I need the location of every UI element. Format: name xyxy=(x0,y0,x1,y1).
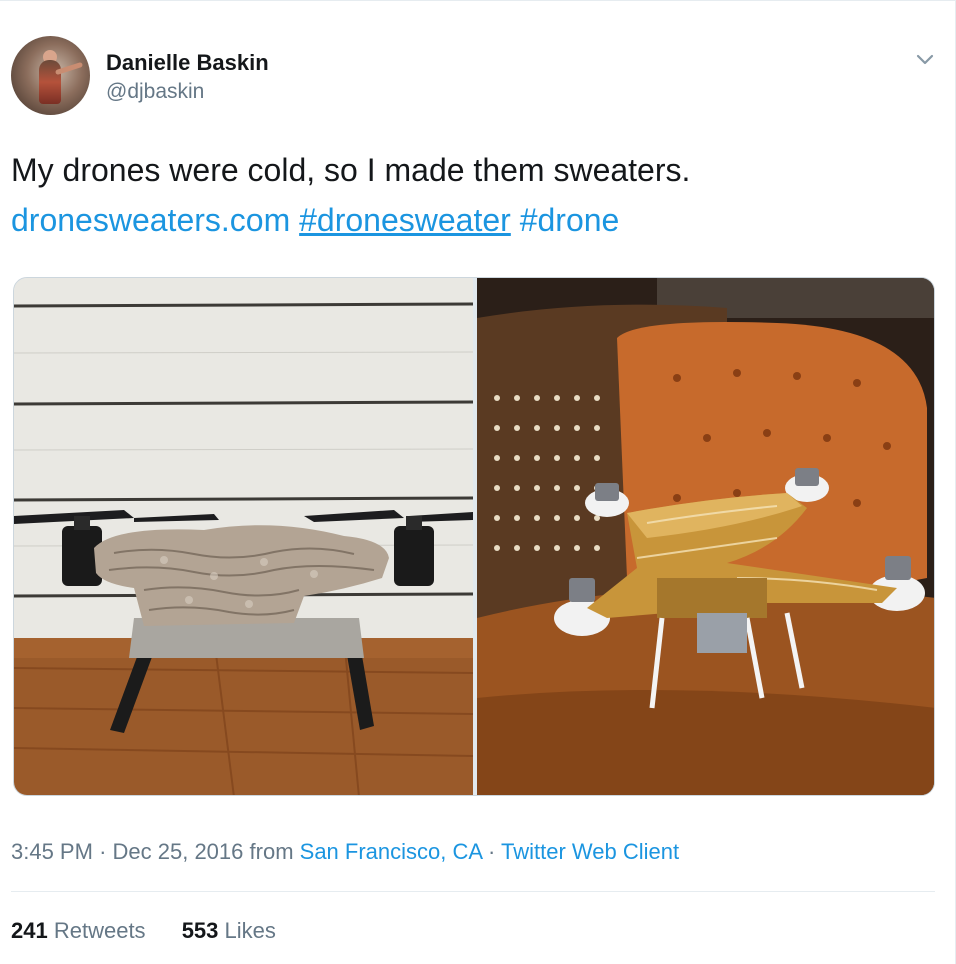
photo-drone-table[interactable] xyxy=(14,278,473,795)
chevron-down-icon[interactable] xyxy=(914,51,936,69)
tweet-text: My drones were cold, so I made them swea… xyxy=(11,145,931,245)
tweet-date[interactable]: Dec 25, 2016 xyxy=(113,839,244,864)
tweet-card: Danielle Baskin @djbaskin My drones were… xyxy=(0,0,956,964)
meta-separator: · xyxy=(487,839,496,864)
from-label: from xyxy=(249,839,294,864)
author-handle[interactable]: @djbaskin xyxy=(106,80,204,104)
meta-separator: · xyxy=(99,839,107,864)
avatar-figure xyxy=(39,60,61,104)
hashtag-drone[interactable]: #drone xyxy=(520,202,620,238)
tweet-time[interactable]: 3:45 PM xyxy=(11,839,93,864)
likes-stat[interactable]: 553 Likes xyxy=(182,918,276,944)
likes-label: Likes xyxy=(224,918,276,943)
retweets-stat[interactable]: 241 Retweets xyxy=(11,918,146,944)
external-link[interactable]: dronesweaters.com xyxy=(11,202,290,238)
retweets-label: Retweets xyxy=(53,918,146,943)
divider xyxy=(11,891,935,892)
tweet-meta: 3:45 PM · Dec 25, 2016 from San Francisc… xyxy=(11,839,679,865)
tweet-links: dronesweaters.com #dronesweater #drone xyxy=(11,195,931,245)
avatar[interactable] xyxy=(11,36,90,115)
client-link[interactable]: Twitter Web Client xyxy=(501,839,679,864)
tweet-stats: 241 Retweets 553 Likes xyxy=(11,918,306,944)
tweet-body: My drones were cold, so I made them swea… xyxy=(11,152,691,188)
likes-count: 553 xyxy=(181,918,219,943)
media-grid xyxy=(13,277,935,796)
hashtag-dronesweater[interactable]: #dronesweater xyxy=(299,202,511,238)
photo-drone-chair[interactable] xyxy=(477,278,934,795)
location-link[interactable]: San Francisco, CA xyxy=(300,839,482,864)
author-name[interactable]: Danielle Baskin xyxy=(106,50,269,76)
retweets-count: 241 xyxy=(11,918,48,943)
